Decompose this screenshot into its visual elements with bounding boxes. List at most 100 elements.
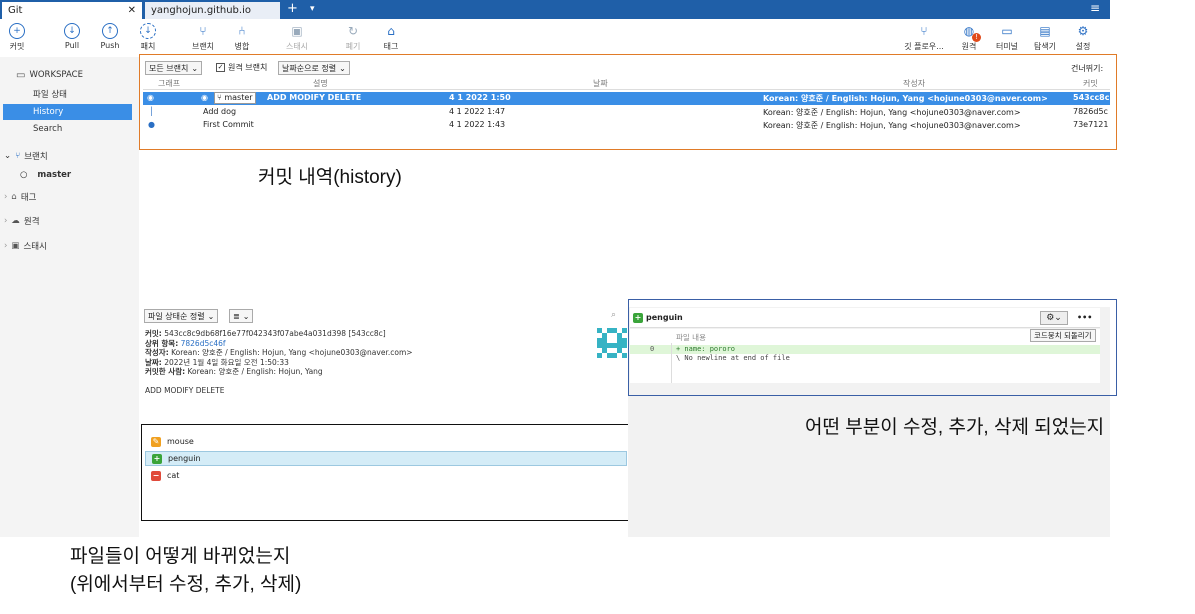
terminal-button[interactable]: ▭ 터미널 — [990, 23, 1024, 52]
close-icon[interactable]: ✕ — [128, 5, 136, 16]
menu-icon[interactable]: ≡ — [1090, 1, 1100, 15]
file-row-penguin[interactable]: + penguin — [145, 451, 627, 466]
branch-button[interactable]: ⑂ 브랜치 — [186, 23, 220, 52]
commit-label: 커밋: — [145, 329, 162, 338]
sidebar-item-label: 파일 상태 — [33, 90, 67, 100]
tab-site-label: yanghojun.github.io — [151, 5, 251, 16]
chevron-down-icon: ⌄ — [242, 311, 250, 321]
sidebar-item-history[interactable]: History — [3, 104, 132, 120]
parent-label: 상위 항목: — [145, 338, 179, 348]
diff-annotation-box — [628, 299, 1117, 396]
committer-label: 커밋한 사람: — [145, 367, 186, 376]
gear-icon: ⚙ — [1077, 24, 1089, 38]
diff-annotation-label: 어떤 부분이 수정, 추가, 삭제 되었는지 — [805, 417, 1105, 438]
chevron-down-icon: ⌄ — [4, 151, 12, 161]
remotes-label: 원격 — [23, 217, 40, 227]
sidebar-section-tags[interactable]: › ⌂ 태그 — [0, 189, 139, 205]
tab-bar: Git ✕ yanghojun.github.io + ▾ ≡ — [0, 0, 1110, 19]
gitflow-button[interactable]: ⑂ 깃 플로우... — [902, 23, 946, 52]
explorer-label: 탐색기 — [1033, 42, 1057, 51]
commit-info: 커밋: 543cc8c9db68f16e77f042343f07abe4a031… — [145, 329, 605, 395]
sidebar-section-remotes[interactable]: › ☁ 원격 — [0, 213, 139, 229]
file-name: penguin — [168, 454, 201, 463]
workspace-label: WORKSPACE — [29, 70, 83, 80]
modified-icon: ✎ — [151, 436, 161, 447]
history-annotation-box — [139, 54, 1117, 150]
gitflow-icon: ⑂ — [920, 24, 928, 38]
chevron-right-icon: › — [4, 192, 8, 202]
sidebar: ▭ WORKSPACE 파일 상태 History Search ⌄ ⑂ 브랜치… — [0, 57, 139, 537]
current-branch-icon: ○ — [20, 170, 28, 180]
sidebar-section-branches[interactable]: ⌄ ⑂ 브랜치 — [0, 148, 139, 164]
added-icon: + — [152, 453, 162, 464]
alert-icon: ! — [972, 33, 981, 42]
plus-icon: + — [9, 23, 25, 39]
fetch-icon: ↓ — [140, 23, 156, 39]
committer-value: Korean: 양호준 / English: Hojun, Yang — [187, 367, 323, 376]
discard-icon: ↻ — [347, 24, 359, 38]
chevron-right-icon: › — [4, 241, 8, 251]
files-annotation-label: 파일들이 어떻게 바뀌었는지 — [70, 546, 291, 567]
discard-button[interactable]: ↻ 폐기 — [336, 23, 370, 52]
changed-files-box: ✎ mouse + penguin − cat — [141, 424, 629, 521]
file-name: mouse — [167, 437, 194, 446]
list-icon: ≣ — [233, 311, 240, 321]
branches-label: 브랜치 — [24, 152, 48, 162]
commit-message: ADD MODIFY DELETE — [145, 385, 225, 395]
commit-button[interactable]: + 커밋 — [0, 23, 34, 52]
view-mode-dropdown[interactable]: ≣ ⌄ — [229, 309, 254, 323]
explorer-button[interactable]: ▤ 탐색기 — [1028, 23, 1062, 52]
committer-line: 커밋한 사람: Korean: 양호준 / English: Hojun, Ya… — [145, 367, 605, 377]
push-button[interactable]: ↑ Push — [93, 23, 127, 50]
add-tab-icon[interactable]: + — [287, 1, 298, 16]
pull-button[interactable]: ↓ Pull — [55, 23, 89, 50]
author-label: 작성자: — [145, 348, 169, 357]
terminal-label: 터미널 — [995, 42, 1019, 51]
file-name: cat — [167, 471, 180, 480]
parent-link[interactable]: 7826d5c46f — [181, 339, 226, 348]
fetch-label: 패치 — [140, 42, 156, 51]
sidebar-item-search[interactable]: Search — [0, 121, 139, 137]
sidebar-workspace: ▭ WORKSPACE — [0, 67, 139, 83]
toolbar: + 커밋 ↓ Pull ↑ Push ↓ 패치 ⑂ 브랜치 ⑃ 병합 ▣ 스태시… — [0, 19, 1110, 57]
tag-button[interactable]: ⌂ 태그 — [374, 23, 408, 52]
chevron-down-icon: ⌄ — [207, 311, 215, 321]
chevron-down-icon[interactable]: ▾ — [310, 4, 315, 14]
tab-site[interactable]: yanghojun.github.io — [145, 2, 280, 19]
author-value: Korean: 양호준 / English: Hojun, Yang <hoju… — [171, 348, 413, 357]
search-icon[interactable]: ⌕ — [611, 310, 616, 320]
folder-icon: ▤ — [1039, 24, 1051, 38]
file-row-mouse[interactable]: ✎ mouse — [145, 434, 627, 449]
chevron-right-icon: › — [4, 216, 8, 226]
tab-git[interactable]: Git ✕ — [2, 2, 142, 19]
remote-button[interactable]: ◍! 원격 — [952, 23, 986, 52]
tag-icon: ⌂ — [387, 24, 395, 38]
merge-button[interactable]: ⑃ 병합 — [225, 23, 259, 52]
sidebar-item-file-status[interactable]: 파일 상태 — [0, 86, 139, 102]
stash-icon: ▣ — [11, 241, 20, 251]
stash-button[interactable]: ▣ 스태시 — [280, 23, 314, 52]
commit-label: 커밋 — [9, 42, 25, 51]
files-annotation-sublabel: (위에서부터 수정, 추가, 삭제) — [70, 574, 302, 595]
parent-line: 상위 항목: 7826d5c46f — [145, 339, 605, 349]
sidebar-section-stashes[interactable]: › ▣ 스태시 — [0, 238, 139, 254]
stash-label: 스태시 — [285, 42, 309, 51]
branch-label: 브랜치 — [191, 42, 215, 51]
tab-git-label: Git — [8, 5, 23, 16]
settings-button[interactable]: ⚙ 설정 — [1066, 23, 1100, 52]
sidebar-item-label: Search — [33, 124, 63, 134]
fetch-button[interactable]: ↓ 패치 — [131, 23, 165, 52]
sidebar-item-label: History — [33, 107, 64, 117]
file-row-cat[interactable]: − cat — [145, 468, 627, 483]
commit-value: 543cc8c9db68f16e77f042343f07abe4a031d398… — [164, 329, 386, 338]
sidebar-item-master[interactable]: ○ master — [0, 167, 139, 183]
master-label: master — [37, 170, 72, 180]
history-annotation-label: 커밋 내역(history) — [258, 167, 402, 188]
monitor-icon: ▭ — [16, 69, 26, 81]
stashes-label: 스태시 — [23, 242, 47, 252]
file-sort-label: 파일 상태순 정렬 — [148, 311, 205, 321]
branch-icon: ⑂ — [15, 151, 21, 161]
file-sort-dropdown[interactable]: 파일 상태순 정렬 ⌄ — [144, 309, 219, 323]
settings-label: 설정 — [1075, 42, 1091, 51]
remote-label: 원격 — [961, 42, 977, 51]
